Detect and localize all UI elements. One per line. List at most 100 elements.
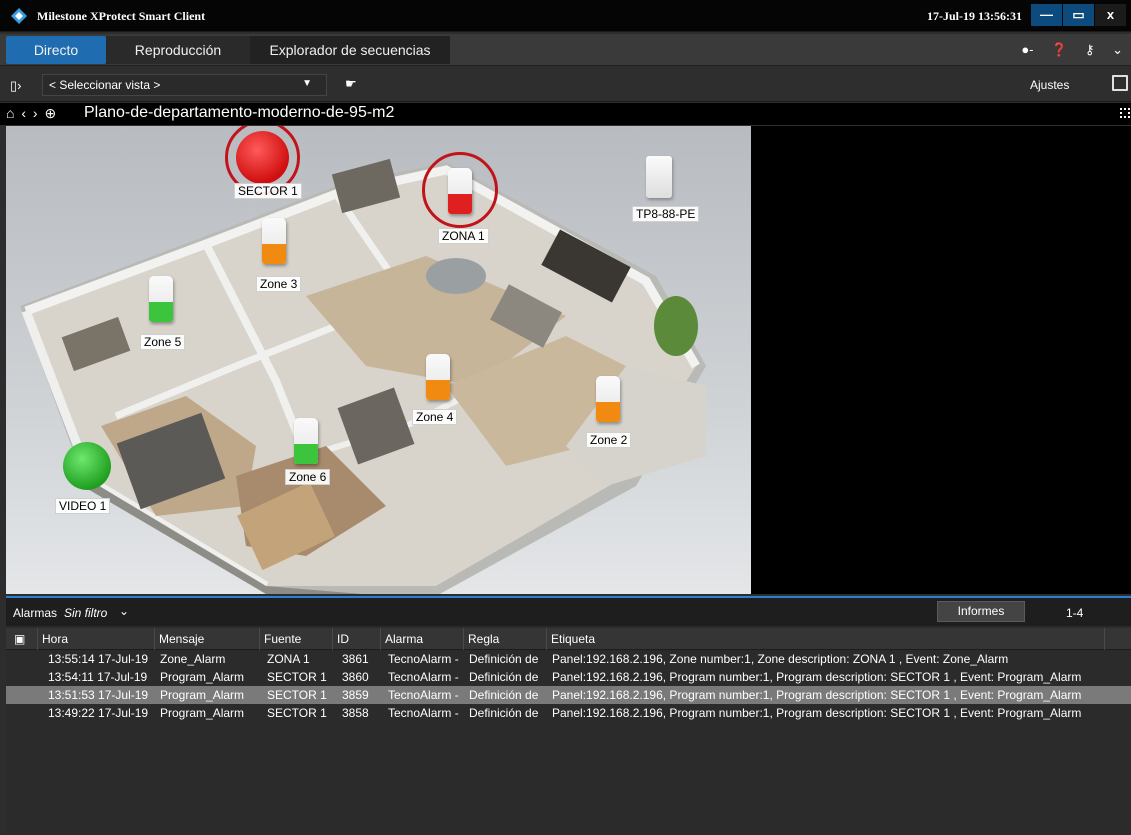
alarm-table-header: ▣ Hora Mensaje Fuente ID Alarma Regla Et… — [6, 628, 1131, 650]
map-label-zone3: Zone 3 — [256, 276, 302, 292]
video1-status-circle[interactable] — [63, 442, 111, 490]
forward-icon[interactable]: › — [33, 105, 38, 121]
cell-etiqueta: Panel:192.168.2.196, Program number:1, P… — [552, 706, 1082, 720]
map-label-zone6: Zone 6 — [285, 469, 331, 485]
cell-alarma: TecnoAlarm - — [388, 688, 459, 702]
grid-icon[interactable] — [1120, 108, 1130, 118]
table-row[interactable]: 13:51:53 17-Jul-19 Program_Alarm SECTOR 1 3… — [6, 686, 1131, 704]
tp8-panel-icon[interactable] — [646, 156, 672, 198]
alarm-filter-select[interactable]: Sin filtro — [64, 606, 107, 620]
cell-fuente: SECTOR 1 — [267, 706, 327, 720]
cell-fuente: ZONA 1 — [267, 652, 310, 666]
chevron-down-icon[interactable]: ⌄ — [1112, 42, 1123, 58]
column-header-id[interactable]: ID — [333, 628, 381, 650]
floor-plan-map[interactable]: SECTOR 1 ZONA 1 TP8-88-PE Zone 3 Zone 5 … — [6, 126, 751, 594]
breadcrumb: ⌂ ‹ › ⊕ Plano-de-departamento-moderno-de… — [0, 103, 1131, 125]
tab-explorador-secuencias[interactable]: Explorador de secuencias — [250, 36, 450, 64]
zone4-sensor-icon[interactable] — [426, 354, 450, 400]
cell-etiqueta: Panel:192.168.2.196, Zone number:1, Zone… — [552, 652, 1009, 666]
map-label-zone4: Zone 4 — [412, 409, 458, 425]
zone5-sensor-icon[interactable] — [149, 276, 173, 322]
cell-alarma: TecnoAlarm - — [388, 670, 459, 684]
zone2-sensor-icon[interactable] — [596, 376, 620, 422]
alarm-table-body: 13:55:14 17-Jul-19 Zone_Alarm ZONA 1 3861 Te… — [6, 650, 1131, 722]
milestone-logo-icon — [11, 8, 27, 24]
app-title: Milestone XProtect Smart Client — [37, 9, 206, 23]
minimize-button[interactable]: — — [1031, 4, 1062, 26]
alarm-panel-title: Alarmas — [13, 606, 58, 620]
fullscreen-icon[interactable] — [1112, 75, 1128, 91]
view-toolbar: ▯› < Seleccionar vista > ▼ ☛ Ajustes — [0, 68, 1131, 102]
main-tab-bar: Directo Reproducción Explorador de secue… — [0, 34, 1131, 66]
home-icon[interactable]: ⌂ — [6, 105, 14, 121]
column-header-mensaje[interactable]: Mensaje — [155, 628, 260, 650]
setup-hand-icon[interactable]: ☛ — [345, 76, 357, 92]
table-row[interactable]: 13:55:14 17-Jul-19 Zone_Alarm ZONA 1 3861 Te… — [6, 650, 1131, 668]
cell-mensaje: Program_Alarm — [160, 706, 245, 720]
image-column-icon[interactable]: ▣ — [6, 628, 38, 650]
alarm-header: Alarmas Sin filtro ⌄ Informes 1-4 — [6, 598, 1131, 626]
help-icon[interactable]: ❓ — [1051, 42, 1067, 58]
zone3-sensor-icon[interactable] — [262, 218, 286, 264]
column-header-fuente[interactable]: Fuente — [260, 628, 333, 650]
alarm-table: ▣ Hora Mensaje Fuente ID Alarma Regla Et… — [6, 628, 1131, 722]
column-header-alarma[interactable]: Alarma — [381, 628, 464, 650]
cell-hora: 13:49:22 17-Jul-19 — [48, 706, 149, 720]
cell-etiqueta: Panel:192.168.2.196, Program number:1, P… — [552, 688, 1082, 702]
column-header-etiqueta[interactable]: Etiqueta — [547, 628, 1105, 650]
column-header-hora[interactable]: Hora — [38, 628, 155, 650]
reports-button[interactable]: Informes — [937, 601, 1025, 622]
tab-directo[interactable]: Directo — [6, 36, 106, 64]
map-label-zona1: ZONA 1 — [438, 228, 489, 244]
map-label-sector1: SECTOR 1 — [234, 183, 302, 199]
zona1-sensor-icon[interactable] — [448, 168, 472, 214]
globe-icon: ⊕ — [44, 105, 57, 121]
cell-id: 3858 — [342, 706, 369, 720]
cell-id: 3860 — [342, 670, 369, 684]
title-bar: Milestone XProtect Smart Client 17-Jul-1… — [0, 0, 1131, 32]
clock-display: 17-Jul-19 13:56:31 — [927, 9, 1022, 23]
cell-hora: 13:51:53 17-Jul-19 — [48, 688, 149, 702]
floor-plan-image — [20, 158, 706, 594]
alarm-panel: Alarmas Sin filtro ⌄ Informes 1-4 ▣ Hora… — [6, 596, 1131, 835]
map-label-zone2: Zone 2 — [586, 432, 632, 448]
cell-mensaje: Program_Alarm — [160, 688, 245, 702]
view-selector-label: < Seleccionar vista > — [49, 78, 161, 92]
empty-view-pane — [751, 126, 1131, 594]
map-title: Plano-de-departamento-moderno-de-95-m2 — [84, 104, 395, 121]
back-icon[interactable]: ‹ — [21, 105, 26, 121]
cell-mensaje: Zone_Alarm — [160, 652, 226, 666]
column-header-regla[interactable]: Regla — [464, 628, 547, 650]
map-label-video1: VIDEO 1 — [55, 498, 111, 514]
map-label-tp8: TP8-88-PE — [632, 206, 700, 222]
cell-regla: Definición de — [469, 706, 539, 720]
chevron-down-icon[interactable]: ⌄ — [119, 604, 129, 618]
cell-fuente: SECTOR 1 — [267, 688, 327, 702]
connection-icon[interactable]: ●- — [1021, 42, 1033, 57]
cell-etiqueta: Panel:192.168.2.196, Program number:1, P… — [552, 670, 1082, 684]
map-label-zone5: Zone 5 — [140, 334, 186, 350]
cell-fuente: SECTOR 1 — [267, 670, 327, 684]
key-icon[interactable]: ⚷ — [1085, 42, 1095, 58]
cell-regla: Definición de — [469, 688, 539, 702]
table-row[interactable]: 13:49:22 17-Jul-19 Program_Alarm SECTOR 1 3… — [6, 704, 1131, 722]
view-selector-dropdown[interactable]: < Seleccionar vista > ▼ — [42, 74, 327, 96]
maximize-button[interactable]: ▭ — [1063, 4, 1094, 26]
zone6-sensor-icon[interactable] — [294, 418, 318, 464]
cell-alarma: TecnoAlarm - — [388, 706, 459, 720]
tab-reproduccion[interactable]: Reproducción — [106, 36, 250, 64]
close-button[interactable]: x — [1095, 4, 1126, 26]
table-row[interactable]: 13:54:11 17-Jul-19 Program_Alarm SECTOR 1 3… — [6, 668, 1131, 686]
cell-regla: Definición de — [469, 670, 539, 684]
cell-id: 3861 — [342, 652, 369, 666]
dropdown-arrow-icon: ▼ — [302, 78, 312, 89]
panel-toggle-icon[interactable]: ▯› — [10, 78, 21, 94]
cell-hora: 13:55:14 17-Jul-19 — [48, 652, 149, 666]
cell-alarma: TecnoAlarm - — [388, 652, 459, 666]
app-window: Milestone XProtect Smart Client 17-Jul-1… — [0, 0, 1131, 835]
alarm-count: 1-4 — [1066, 606, 1084, 620]
breadcrumb-nav: ⌂ ‹ › ⊕ — [6, 105, 59, 122]
cell-id: 3859 — [342, 688, 369, 702]
cell-regla: Definición de — [469, 652, 539, 666]
settings-button[interactable]: Ajustes — [1030, 78, 1069, 92]
